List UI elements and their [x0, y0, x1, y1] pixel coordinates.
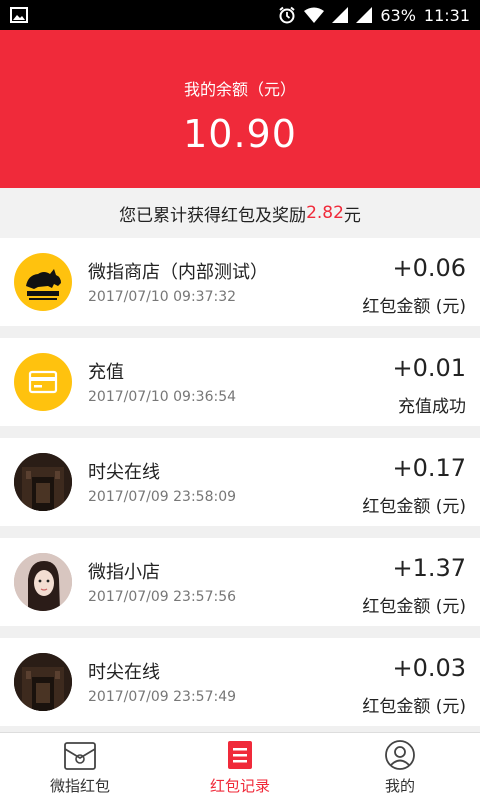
clock: 11:31 [423, 5, 470, 25]
record-time: 2017/07/09 23:57:56 [88, 589, 237, 605]
record-icon [226, 739, 254, 775]
summary-suffix: 元 [343, 205, 361, 226]
record-subtitle: 充值成功 [398, 397, 466, 417]
record-time: 2017/07/10 09:37:32 [88, 289, 237, 305]
record-time: 2017/07/09 23:58:09 [88, 489, 237, 505]
bottom-tab-bar: 微指红包 红包记录 我的 [0, 732, 480, 800]
record-time: 2017/07/10 09:36:54 [88, 389, 237, 405]
record-amount: +0.03 [392, 654, 466, 682]
record-subtitle: 红包金额 (元) [362, 697, 466, 717]
tab-label: 微指红包 [49, 777, 110, 795]
user-icon [384, 739, 416, 775]
tab-envelope-records[interactable]: 红包记录 [160, 733, 320, 800]
summary-amount: 2.82 [306, 203, 344, 223]
record-subtitle: 红包金额 (元) [362, 597, 466, 617]
record-list: 微指商店（内部测试） 2017/07/10 09:37:32 +0.06 红包金… [0, 238, 480, 738]
signal-icon [332, 7, 349, 23]
record-title: 微指小店 [88, 562, 160, 583]
record-amount: +0.01 [392, 354, 466, 382]
battery-level: 63% [380, 5, 416, 25]
record-time: 2017/07/09 23:57:49 [88, 689, 237, 705]
building-photo-avatar [14, 453, 72, 511]
rino-logo-avatar [14, 253, 72, 311]
tab-red-envelope[interactable]: 微指红包 [0, 733, 160, 800]
record-title: 时尖在线 [88, 662, 160, 683]
balance-amount: 10.90 [183, 112, 297, 156]
record-title: 微指商店（内部测试） [88, 262, 268, 283]
tab-label: 红包记录 [209, 777, 270, 795]
balance-header: 我的余额（元） 10.90 [0, 30, 480, 188]
image-notification-icon [10, 7, 28, 23]
summary-prefix: 您已累计获得红包及奖励 [119, 205, 307, 226]
record-amount: +0.17 [392, 454, 466, 482]
record-amount: +1.37 [392, 554, 466, 582]
alarm-icon [278, 6, 296, 24]
record-item[interactable]: 时尖在线 2017/07/09 23:57:49 +0.03 红包金额 (元) [0, 638, 480, 726]
record-item[interactable]: 微指小店 2017/07/09 23:57:56 +1.37 红包金额 (元) [0, 538, 480, 626]
envelope-icon [63, 739, 97, 775]
signal-icon-2 [356, 7, 373, 23]
tab-mine[interactable]: 我的 [320, 733, 480, 800]
reward-summary: 您已累计获得红包及奖励 2.82 元 [0, 188, 480, 238]
person-photo-avatar [14, 553, 72, 611]
status-bar: 63% 11:31 [0, 0, 480, 30]
record-subtitle: 红包金额 (元) [362, 497, 466, 517]
tab-label: 我的 [384, 777, 415, 795]
balance-label: 我的余额（元） [183, 80, 296, 99]
record-amount: +0.06 [392, 254, 466, 282]
building-photo-avatar [14, 653, 72, 711]
record-item[interactable]: 微指商店（内部测试） 2017/07/10 09:37:32 +0.06 红包金… [0, 238, 480, 326]
record-subtitle: 红包金额 (元) [362, 297, 466, 317]
wifi-icon [304, 7, 325, 23]
card-icon [14, 353, 72, 411]
record-title: 时尖在线 [88, 462, 160, 483]
record-item[interactable]: 充值 2017/07/10 09:36:54 +0.01 充值成功 [0, 338, 480, 426]
record-item[interactable]: 时尖在线 2017/07/09 23:58:09 +0.17 红包金额 (元) [0, 438, 480, 526]
record-title: 充值 [88, 362, 124, 383]
